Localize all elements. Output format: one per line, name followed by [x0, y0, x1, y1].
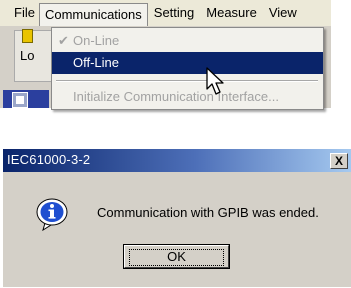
menu-item-initialize-label: Initialize Communication Interface... — [73, 89, 279, 104]
menu-file[interactable]: File — [10, 2, 39, 24]
menu-separator — [56, 80, 318, 82]
menu-item-offline[interactable]: Off-Line — [52, 52, 323, 74]
menu-measure[interactable]: Measure — [200, 2, 263, 24]
info-icon — [36, 198, 68, 231]
document-icon — [22, 29, 33, 43]
menu-item-online: ✔ On-Line — [52, 30, 323, 52]
ok-button-label: OK — [167, 249, 186, 264]
communications-dropdown-menu: ✔ On-Line Off-Line Initialize Communicat… — [51, 27, 324, 110]
menu-item-online-label: On-Line — [73, 33, 120, 48]
menu-communications[interactable]: Communications — [38, 2, 148, 26]
toolbar-button-label: Lo — [20, 48, 35, 63]
cursor-arrow-icon — [206, 67, 224, 95]
menu-setting[interactable]: Setting — [148, 2, 200, 24]
dialog-message: Communication with GPIB was ended. — [97, 205, 319, 220]
grid-icon[interactable] — [12, 92, 28, 108]
close-icon: X — [334, 154, 343, 168]
message-dialog: IEC61000-3-2 X Communication with GPIB w… — [2, 148, 351, 287]
ok-button[interactable]: OK — [123, 244, 230, 269]
dialog-title: IEC61000-3-2 — [7, 152, 91, 167]
menu-view[interactable]: View — [263, 2, 303, 24]
menu-item-offline-label: Off-Line — [73, 55, 120, 70]
check-icon: ✔ — [58, 33, 69, 48]
app-window-fragment: File Communications Setting Measure View… — [0, 0, 331, 110]
close-button[interactable]: X — [330, 153, 348, 169]
dialog-titlebar[interactable]: IEC61000-3-2 X — [3, 149, 351, 172]
menu-bar: File Communications Setting Measure View — [0, 0, 331, 26]
menu-item-initialize-interface: Initialize Communication Interface... — [52, 86, 323, 108]
